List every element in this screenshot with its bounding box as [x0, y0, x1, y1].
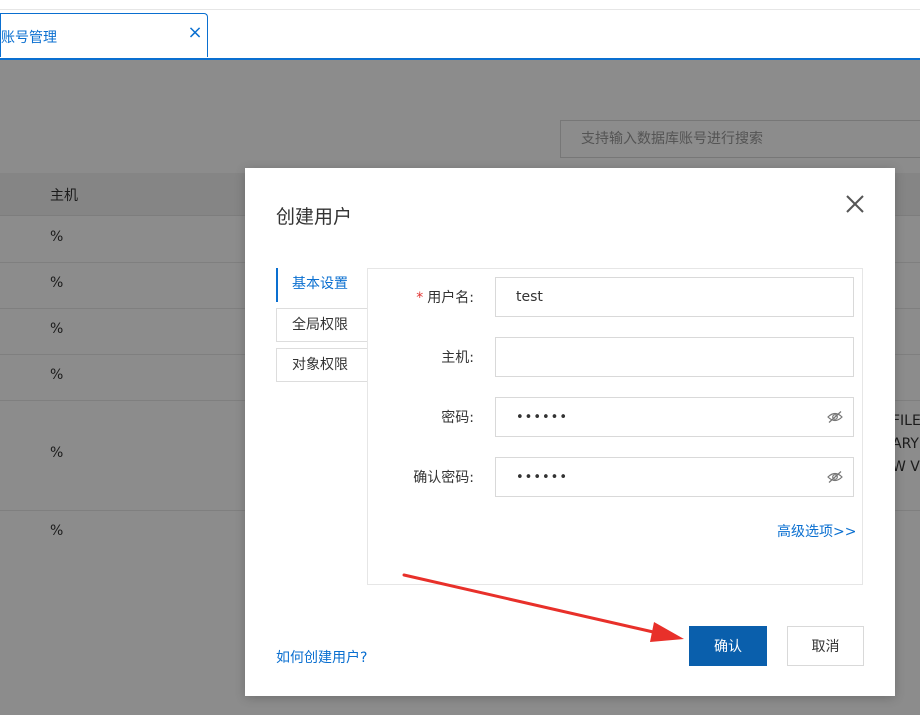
- username-field[interactable]: test: [495, 277, 854, 317]
- confirm-button[interactable]: 确认: [689, 626, 767, 666]
- close-icon[interactable]: ×: [186, 24, 204, 42]
- tab-basic-settings[interactable]: 基本设置: [276, 268, 368, 302]
- tab-global-privileges[interactable]: 全局权限: [276, 308, 368, 342]
- advanced-options-link[interactable]: 高级选项>>: [777, 521, 856, 541]
- close-icon[interactable]: [843, 192, 867, 216]
- confirm-password-value: ••••••: [516, 470, 569, 485]
- password-field[interactable]: ••••••: [495, 397, 854, 437]
- tab-object-privileges[interactable]: 对象权限: [276, 348, 368, 382]
- basic-settings-form: *用户名: test 主机: 密码: •••••• 确认密码: ••••••: [367, 268, 863, 585]
- host-field[interactable]: [495, 337, 854, 377]
- required-mark: *: [416, 290, 424, 306]
- tab-account-management[interactable]: 账号管理 ×: [0, 13, 208, 57]
- cancel-button[interactable]: 取消: [787, 626, 864, 666]
- confirm-password-label: 确认密码:: [413, 470, 474, 486]
- how-to-create-user-link[interactable]: 如何创建用户?: [276, 647, 367, 667]
- username-value: test: [516, 289, 543, 305]
- eye-off-icon[interactable]: [827, 410, 843, 424]
- eye-off-icon[interactable]: [827, 470, 843, 484]
- password-value: ••••••: [516, 410, 569, 425]
- tab-label: 账号管理: [1, 30, 57, 46]
- username-label: * 用户名:: [416, 287, 474, 307]
- confirm-password-field[interactable]: ••••••: [495, 457, 854, 497]
- host-label: 主机:: [441, 350, 474, 366]
- username-label-text: 用户名:: [427, 290, 474, 306]
- top-bar: [0, 0, 920, 10]
- tab-bar: 账号管理 ×: [0, 10, 920, 60]
- password-label: 密码:: [441, 410, 474, 426]
- create-user-dialog: 创建用户 基本设置 全局权限 对象权限 * 用户名: test 主机: 密码: •…: [245, 168, 895, 696]
- dialog-title: 创建用户: [276, 206, 353, 228]
